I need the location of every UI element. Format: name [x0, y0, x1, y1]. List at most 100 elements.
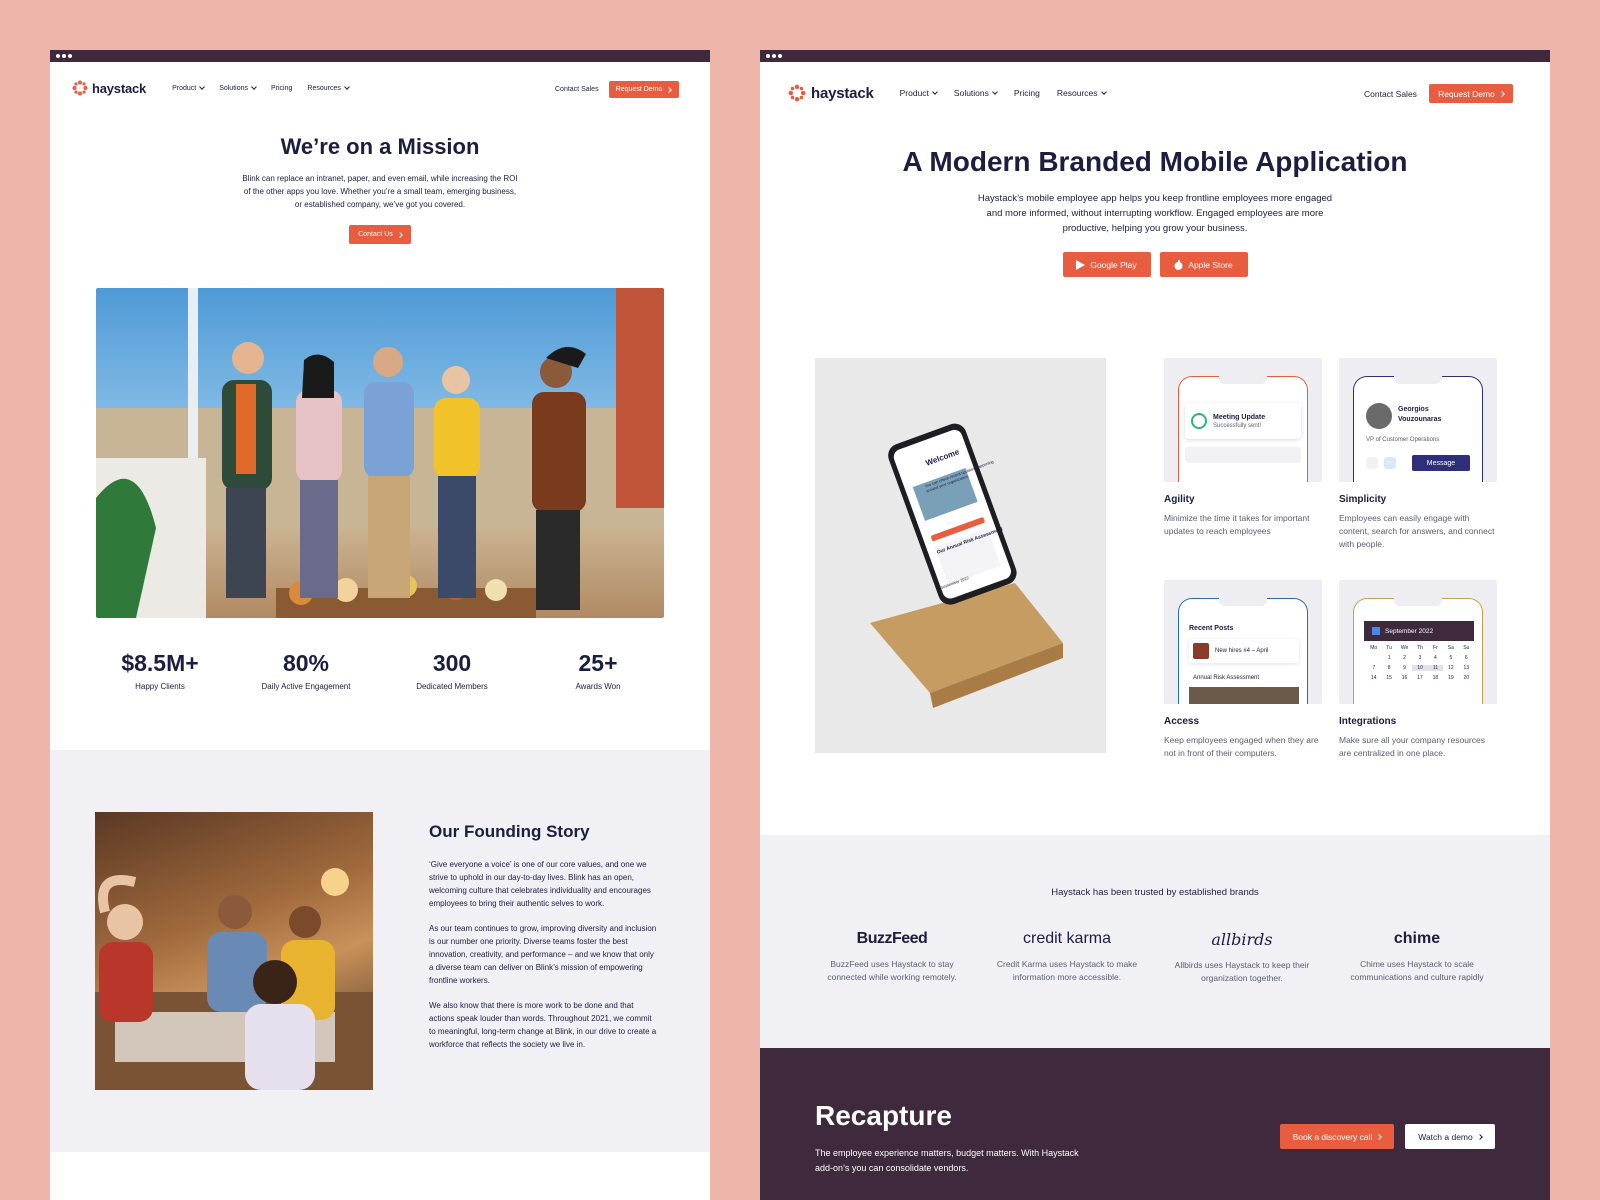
- nav-pricing[interactable]: Pricing: [271, 85, 292, 92]
- nav-product[interactable]: Product: [900, 88, 938, 98]
- apple-store-button[interactable]: Apple Store: [1159, 252, 1248, 277]
- day[interactable]: 16: [1397, 675, 1412, 681]
- message-button[interactable]: Message: [1412, 455, 1470, 471]
- chevron-down-icon: [932, 88, 938, 95]
- contact-us-label: Contact Us: [358, 231, 393, 238]
- messenger-icon[interactable]: [1384, 457, 1396, 469]
- day[interactable]: 19: [1443, 675, 1458, 681]
- contact-us-button[interactable]: Contact Us: [349, 225, 411, 244]
- stat-awards-won: 25+ Awards Won: [528, 650, 668, 691]
- day-selected[interactable]: 11: [1427, 665, 1444, 671]
- book-discovery-call-button[interactable]: Book a discovery call: [1280, 1124, 1394, 1149]
- hero-text: Haystack’s mobile employee app helps you…: [977, 193, 1333, 234]
- day-selected[interactable]: 10: [1412, 665, 1428, 671]
- contact-sales-link[interactable]: Contact Sales: [1364, 89, 1417, 99]
- day[interactable]: 2: [1397, 655, 1412, 661]
- nav-pricing-label: Pricing: [1013, 88, 1040, 98]
- day[interactable]: 5: [1443, 655, 1458, 661]
- feature-text: Employees can easily engage with content…: [1339, 513, 1495, 549]
- brand-text: BuzzFeed uses Haystack to stay connected…: [827, 959, 957, 982]
- feature-card-access: Recent Posts New hires #4 – April Annual…: [1164, 580, 1322, 760]
- about-page-window: haystack Product Solutions Pricing Resou…: [50, 50, 710, 1200]
- app-page-window: haystack Product Solutions Pricing Resou…: [760, 50, 1550, 1200]
- day[interactable]: 20: [1459, 675, 1474, 681]
- day[interactable]: 9: [1397, 665, 1412, 671]
- chevron-right-icon: [1498, 90, 1505, 97]
- calendar-header: September 2022: [1364, 621, 1474, 641]
- request-demo-button[interactable]: Request Demo: [608, 81, 679, 98]
- post-item[interactable]: New hires #4 – April: [1189, 639, 1299, 663]
- feature-card-simplicity: Georgios Vouzounaras VP of Customer Oper…: [1339, 358, 1497, 551]
- nav-solutions[interactable]: Solutions: [219, 83, 257, 92]
- weekday: Tu: [1386, 645, 1392, 651]
- profile-name: Georgios Vouzounaras: [1398, 406, 1442, 423]
- check-icon: [1191, 413, 1207, 429]
- stat-daily-engagement: 80% Daily Active Engagement: [236, 650, 376, 691]
- recent-posts-title: Recent Posts: [1189, 625, 1234, 632]
- hero-text: Blink can replace an intranet, paper, an…: [242, 174, 518, 209]
- day[interactable]: 17: [1412, 675, 1427, 681]
- feature-title: Simplicity: [1339, 494, 1387, 505]
- weekday: Th: [1417, 645, 1423, 651]
- story-paragraph: ‘Give everyone a voice’ is one of our co…: [429, 860, 651, 908]
- weekday: Su: [1463, 645, 1470, 651]
- brand-text: Allbirds uses Haystack to keep their org…: [1174, 960, 1310, 983]
- post-title: New hires #4 – April: [1215, 648, 1269, 654]
- trusted-brands-section: Haystack has been trusted by established…: [760, 835, 1550, 1050]
- day[interactable]: 13: [1459, 665, 1474, 671]
- stat-value: $8.5M+: [121, 650, 199, 676]
- day[interactable]: 7: [1366, 665, 1381, 671]
- post-thumbnail: [1193, 643, 1209, 659]
- slack-icon[interactable]: [1366, 457, 1378, 469]
- day[interactable]: 1: [1381, 655, 1396, 661]
- day[interactable]: 18: [1428, 675, 1443, 681]
- weekday: We: [1400, 645, 1409, 651]
- nav-product[interactable]: Product: [172, 83, 206, 92]
- top-nav: haystack Product Solutions Pricing Resou…: [788, 84, 1107, 102]
- chevron-right-icon: [1376, 1133, 1383, 1140]
- day[interactable]: 12: [1443, 665, 1458, 671]
- google-play-button[interactable]: Google Play: [1062, 252, 1151, 277]
- recapture-cta-section: Recapture The employee experience matter…: [760, 1048, 1550, 1200]
- book-call-label: Book a discovery call: [1292, 1131, 1373, 1142]
- day[interactable]: 14: [1366, 675, 1381, 681]
- store-buttons: Google Play Apple Store: [760, 252, 1550, 277]
- feature-title: Access: [1164, 716, 1200, 727]
- contact-sales-link[interactable]: Contact Sales: [555, 86, 599, 93]
- nav-resources[interactable]: Resources: [1057, 88, 1107, 98]
- phone-frame: Georgios Vouzounaras VP of Customer Oper…: [1353, 376, 1483, 482]
- story-title: Our Founding Story: [429, 822, 590, 841]
- nav-pricing[interactable]: Pricing: [1014, 88, 1040, 98]
- nav-product-label: Product: [172, 84, 197, 92]
- team-photo-illustration: [96, 288, 664, 618]
- hero-title: We’re on a Mission: [280, 134, 480, 159]
- feature-card-integrations: September 2022 Mo Tu We Th Fr Sa Su 123456 789…: [1339, 580, 1497, 760]
- feature-title: Integrations: [1339, 716, 1397, 727]
- stat-label: Awards Won: [575, 682, 621, 691]
- logo[interactable]: haystack: [72, 80, 146, 96]
- logo[interactable]: haystack: [788, 84, 874, 102]
- day[interactable]: 3: [1412, 655, 1427, 661]
- cta-text: The employee experience matters, budget …: [815, 1148, 1079, 1173]
- request-demo-button[interactable]: Request Demo: [1428, 84, 1513, 103]
- day[interactable]: 8: [1381, 665, 1396, 671]
- feature-text: Keep employees engaged when they are not…: [1164, 735, 1319, 758]
- nav-solutions-label: Solutions: [219, 84, 248, 92]
- trusted-title: Haystack has been trusted by established…: [1051, 887, 1259, 898]
- stat-label: Happy Clients: [135, 682, 185, 691]
- apple-icon: [1174, 259, 1183, 270]
- founding-story-section: Our Founding Story ‘Give everyone a voic…: [50, 750, 710, 1152]
- nav-pricing-label: Pricing: [270, 84, 293, 92]
- team-photo: [96, 288, 664, 618]
- nav-solutions[interactable]: Solutions: [954, 88, 998, 98]
- founding-story-text: Our Founding Story ‘Give everyone a voic…: [429, 822, 657, 1063]
- chevron-down-icon: [992, 88, 998, 95]
- day[interactable]: 4: [1428, 655, 1443, 661]
- brand-text: Credit Karma uses Haystack to make infor…: [996, 959, 1138, 982]
- day[interactable]: 15: [1381, 675, 1396, 681]
- brand-allbirds: allbirds Allbirds uses Haystack to keep t…: [1162, 930, 1322, 985]
- avatar: [1366, 403, 1392, 429]
- day[interactable]: 6: [1459, 655, 1474, 661]
- nav-resources[interactable]: Resources: [307, 83, 350, 92]
- watch-demo-button[interactable]: Watch a demo: [1405, 1124, 1495, 1149]
